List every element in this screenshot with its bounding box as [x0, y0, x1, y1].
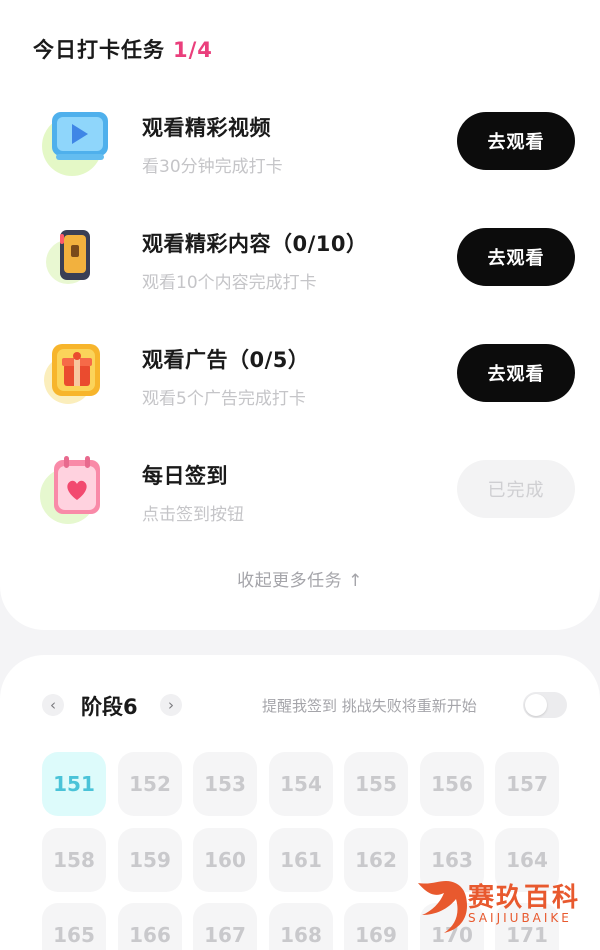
calendar-heart-icon: [40, 456, 100, 524]
checkin-reminder-toggle[interactable]: [523, 692, 567, 718]
gift-ad-icon: [44, 344, 100, 404]
day-cell[interactable]: 157: [495, 752, 559, 816]
video-play-icon: [42, 112, 108, 176]
day-cell[interactable]: 168: [269, 903, 333, 950]
day-cell[interactable]: 165: [42, 903, 106, 950]
day-cell[interactable]: 167: [193, 903, 257, 950]
tasks-header: 今日打卡任务 1/4: [33, 34, 213, 64]
task-item-watch-video: 观看精彩视频 看30分钟完成打卡 去观看: [0, 112, 600, 212]
day-cell[interactable]: 169: [344, 903, 408, 950]
task-title: 观看精彩内容（0/10）: [142, 232, 368, 256]
tasks-header-title: 今日打卡任务: [33, 38, 165, 62]
collapse-more-tasks-link[interactable]: 收起更多任务 ↑: [0, 566, 600, 591]
watch-video-button[interactable]: 去观看: [457, 112, 575, 170]
watch-ads-button[interactable]: 去观看: [457, 344, 575, 402]
task-title: 每日签到: [142, 464, 228, 488]
task-subtitle: 观看10个内容完成打卡: [142, 273, 317, 293]
day-cell[interactable]: 161: [269, 828, 333, 892]
day-cell[interactable]: 152: [118, 752, 182, 816]
prev-stage-button[interactable]: ‹: [42, 694, 64, 716]
day-cell[interactable]: 166: [118, 903, 182, 950]
checkin-completed-button: 已完成: [457, 460, 575, 518]
task-subtitle: 点击签到按钮: [142, 505, 244, 525]
phone-content-icon: [46, 230, 90, 284]
toggle-knob: [525, 694, 547, 716]
watermark-title: 赛玖百科: [468, 883, 581, 913]
task-title: 观看精彩视频: [142, 116, 271, 140]
day-cell[interactable]: 156: [420, 752, 484, 816]
day-cell[interactable]: 160: [193, 828, 257, 892]
watermark-subtitle: SAIJIUBAIKE: [468, 911, 572, 925]
stage-label: 阶段6: [81, 695, 138, 719]
task-item-daily-checkin: 每日签到 点击签到按钮 已完成: [0, 456, 600, 560]
day-cell[interactable]: 155: [344, 752, 408, 816]
day-cell[interactable]: 154: [269, 752, 333, 816]
day-cell[interactable]: 162: [344, 828, 408, 892]
day-cell[interactable]: 153: [193, 752, 257, 816]
day-cell[interactable]: 158: [42, 828, 106, 892]
checkin-reminder-text: 提醒我签到 挑战失败将重新开始: [262, 697, 477, 715]
task-item-watch-ads: 观看广告（0/5） 观看5个广告完成打卡 去观看: [0, 344, 600, 444]
task-subtitle: 看30分钟完成打卡: [142, 157, 283, 177]
task-subtitle: 观看5个广告完成打卡: [142, 389, 306, 409]
task-title: 观看广告（0/5）: [142, 348, 310, 372]
day-cell[interactable]: 159: [118, 828, 182, 892]
next-stage-button[interactable]: ›: [160, 694, 182, 716]
tasks-progress: 1/4: [173, 38, 213, 62]
task-item-watch-content: 观看精彩内容（0/10） 观看10个内容完成打卡 去观看: [0, 228, 600, 328]
day-cell[interactable]: 151: [42, 752, 106, 816]
watch-content-button[interactable]: 去观看: [457, 228, 575, 286]
